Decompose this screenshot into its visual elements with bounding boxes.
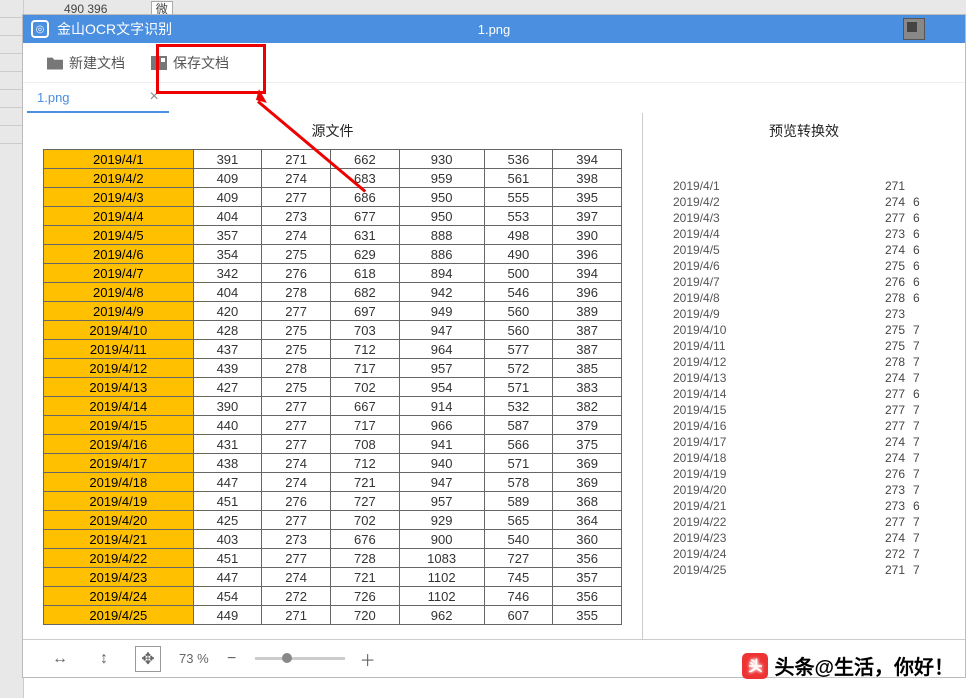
list-item: 2019/4/132747 bbox=[673, 371, 955, 385]
list-item: 2019/4/72766 bbox=[673, 275, 955, 289]
zoom-slider[interactable] bbox=[255, 657, 345, 660]
table-row: 2019/4/14390277667914532382 bbox=[44, 397, 622, 416]
move-icon[interactable]: ✥ bbox=[135, 646, 161, 672]
table-row: 2019/4/25449271720962607355 bbox=[44, 606, 622, 625]
table-row: 2019/4/19451276727957589368 bbox=[44, 492, 622, 511]
table-row: 2019/4/20425277702929565364 bbox=[44, 511, 622, 530]
zoom-in-icon[interactable]: ＋ bbox=[355, 646, 381, 672]
list-item: 2019/4/162777 bbox=[673, 419, 955, 433]
source-table: 2019/4/13912716629305363942019/4/2409274… bbox=[43, 149, 622, 625]
list-item: 2019/4/112757 bbox=[673, 339, 955, 353]
table-row: 2019/4/224512777281083727356 bbox=[44, 549, 622, 568]
table-row: 2019/4/12439278717957572385 bbox=[44, 359, 622, 378]
list-item: 2019/4/42736 bbox=[673, 227, 955, 241]
source-panel-title: 源文件 bbox=[23, 113, 642, 149]
table-row: 2019/4/3409277686950555395 bbox=[44, 188, 622, 207]
watermark-logo-icon: 头 bbox=[742, 653, 768, 679]
table-row: 2019/4/21403273676900540360 bbox=[44, 530, 622, 549]
new-document-button[interactable]: 新建文档 bbox=[37, 48, 135, 78]
table-row: 2019/4/15440277717966587379 bbox=[44, 416, 622, 435]
list-item: 2019/4/212736 bbox=[673, 499, 955, 513]
tab-1png[interactable]: 1.png × bbox=[27, 83, 169, 113]
table-row: 2019/4/18447274721947578369 bbox=[44, 473, 622, 492]
tab-strip: 1.png × bbox=[23, 83, 965, 113]
list-item: 2019/4/222777 bbox=[673, 515, 955, 529]
table-row: 2019/4/7342276618894500394 bbox=[44, 264, 622, 283]
background-row-gutter bbox=[0, 0, 24, 698]
zoom-value: 73 % bbox=[179, 651, 209, 666]
list-item: 2019/4/242727 bbox=[673, 547, 955, 561]
title-filename: 1.png bbox=[478, 22, 511, 37]
table-row: 2019/4/4404273677950553397 bbox=[44, 207, 622, 226]
list-item: 2019/4/62756 bbox=[673, 259, 955, 273]
table-row: 2019/4/244542727261102746356 bbox=[44, 587, 622, 606]
table-row: 2019/4/234472747211102745357 bbox=[44, 568, 622, 587]
user-avatar[interactable] bbox=[903, 18, 925, 40]
content-area: 源文件 2019/4/13912716629305363942019/4/240… bbox=[23, 113, 965, 639]
list-item: 2019/4/1271 bbox=[673, 179, 955, 193]
list-item: 2019/4/192767 bbox=[673, 467, 955, 481]
table-row: 2019/4/9420277697949560389 bbox=[44, 302, 622, 321]
toolbar: 新建文档 保存文档 bbox=[23, 43, 965, 83]
span-vertical-icon[interactable]: ↕ bbox=[91, 646, 117, 672]
folder-icon bbox=[47, 56, 63, 70]
watermark-text: 头条@生活，你好！ bbox=[774, 651, 954, 680]
list-item: 2019/4/9273 bbox=[673, 307, 955, 321]
preview-panel: 预览转换效 2019/4/1271 2019/4/22746 2019/4/3277… bbox=[643, 113, 965, 639]
preview-panel-title: 预览转换效 bbox=[643, 113, 965, 149]
list-item: 2019/4/32776 bbox=[673, 211, 955, 225]
list-item: 2019/4/142776 bbox=[673, 387, 955, 401]
table-row: 2019/4/6354275629886490396 bbox=[44, 245, 622, 264]
list-item: 2019/4/122787 bbox=[673, 355, 955, 369]
table-row: 2019/4/2409274683959561398 bbox=[44, 169, 622, 188]
list-item: 2019/4/152777 bbox=[673, 403, 955, 417]
tab-close-icon[interactable]: × bbox=[150, 88, 159, 106]
list-item: 2019/4/172747 bbox=[673, 435, 955, 449]
span-horizontal-icon[interactable]: ↔ bbox=[47, 646, 73, 672]
list-item: 2019/4/22746 bbox=[673, 195, 955, 209]
table-row: 2019/4/16431277708941566375 bbox=[44, 435, 622, 454]
preview-list: 2019/4/1271 2019/4/22746 2019/4/32776 2019/… bbox=[643, 149, 965, 639]
list-item: 2019/4/52746 bbox=[673, 243, 955, 257]
table-row: 2019/4/5357274631888498390 bbox=[44, 226, 622, 245]
source-table-wrap: 2019/4/13912716629305363942019/4/2409274… bbox=[23, 149, 642, 639]
table-row: 2019/4/17438274712940571369 bbox=[44, 454, 622, 473]
app-logo-icon: ◎ bbox=[31, 20, 49, 38]
list-item: 2019/4/252717 bbox=[673, 563, 955, 577]
table-row: 2019/4/11437275712964577387 bbox=[44, 340, 622, 359]
zoom-controls: 73 % − ＋ bbox=[179, 646, 381, 672]
save-document-button[interactable]: 保存文档 bbox=[141, 48, 239, 78]
table-row: 2019/4/1391271662930536394 bbox=[44, 150, 622, 169]
list-item: 2019/4/102757 bbox=[673, 323, 955, 337]
app-title: 金山OCR文字识别 bbox=[57, 19, 172, 39]
list-item: 2019/4/232747 bbox=[673, 531, 955, 545]
list-item: 2019/4/182747 bbox=[673, 451, 955, 465]
table-row: 2019/4/10428275703947560387 bbox=[44, 321, 622, 340]
title-bar: ◎ 金山OCR文字识别 1.png bbox=[23, 15, 965, 43]
source-panel: 源文件 2019/4/13912716629305363942019/4/240… bbox=[23, 113, 643, 639]
zoom-out-icon[interactable]: − bbox=[219, 646, 245, 672]
list-item: 2019/4/202737 bbox=[673, 483, 955, 497]
list-item: 2019/4/82786 bbox=[673, 291, 955, 305]
watermark: 头 头条@生活，你好！ bbox=[742, 651, 954, 680]
table-row: 2019/4/8404278682942546396 bbox=[44, 283, 622, 302]
save-icon bbox=[151, 56, 167, 70]
ocr-window: ◎ 金山OCR文字识别 1.png 新建文档 保存文档 1.png × 源文件 … bbox=[22, 14, 966, 678]
table-row: 2019/4/13427275702954571383 bbox=[44, 378, 622, 397]
